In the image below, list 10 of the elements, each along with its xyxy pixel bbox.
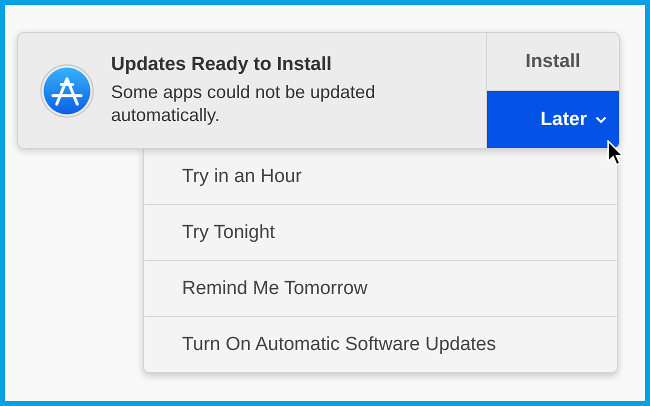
notification-button[interactable]: Later	[487, 90, 619, 148]
menu-item[interactable]: Remind Me Tomorrow	[144, 260, 617, 316]
notification-message: Some apps could not be updated automatically.	[111, 81, 376, 127]
notification-button[interactable]: Install	[487, 33, 619, 90]
menu-item[interactable]: Try in an Hour	[144, 149, 617, 204]
app-store-icon	[39, 62, 95, 118]
menu-item[interactable]: Turn On Automatic Software Updates	[144, 316, 617, 372]
chevron-down-icon	[595, 116, 607, 124]
notification-title: Updates Ready to Install	[111, 54, 333, 76]
menu-item[interactable]: Try Tonight	[144, 204, 617, 260]
